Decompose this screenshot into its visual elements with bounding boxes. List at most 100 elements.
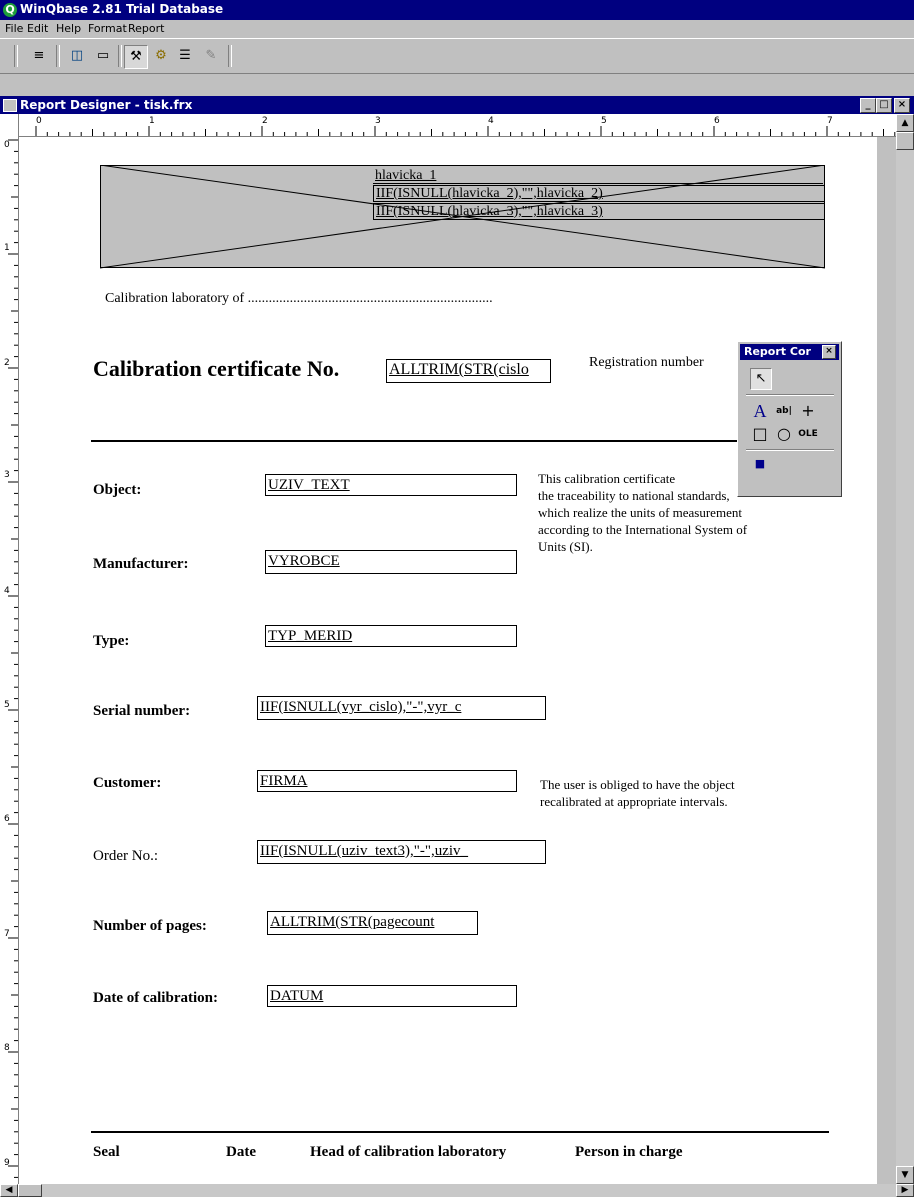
menu-report[interactable]: Report bbox=[128, 22, 164, 35]
ruler-label: 3 bbox=[375, 116, 381, 126]
ruler-label: 0 bbox=[36, 116, 42, 126]
ruler-label: 4 bbox=[4, 586, 10, 596]
type-field[interactable]: TYP_MERID bbox=[265, 625, 517, 647]
ruler-ticks bbox=[8, 139, 18, 1178]
list-icon[interactable]: ≡ bbox=[28, 45, 50, 67]
toolbox-separator bbox=[746, 394, 834, 396]
toolbox-title: Report Cor bbox=[744, 345, 811, 358]
ruler-label: 2 bbox=[262, 116, 268, 126]
ruler-label: 1 bbox=[4, 243, 10, 253]
app-icon: Q bbox=[3, 3, 17, 17]
report-icon bbox=[3, 99, 17, 112]
traceability-note[interactable]: This calibration certificate the traceab… bbox=[538, 470, 747, 555]
ruler-label: 7 bbox=[827, 116, 833, 126]
line-tool-icon[interactable]: + bbox=[798, 401, 818, 421]
header-field-3[interactable]: IIF(ISNULL(hlavicka_3),"",hlavicka_3) bbox=[373, 203, 825, 220]
header-field-2[interactable]: IIF(ISNULL(hlavicka_2),"",hlavicka_2) bbox=[373, 185, 825, 202]
ruler-label: 7 bbox=[4, 929, 10, 939]
menu-edit[interactable]: Edit bbox=[27, 22, 48, 35]
lock-icon[interactable]: ■ bbox=[750, 454, 770, 474]
pages-field[interactable]: ALLTRIM(STR(pagecount bbox=[267, 911, 478, 935]
header-field-1[interactable]: hlavicka_1 bbox=[373, 168, 823, 184]
pages-label: Number of pages: bbox=[93, 918, 207, 934]
app-title-bar: Q WinQbase 2.81 Trial Database bbox=[0, 0, 914, 20]
picture-tool-icon[interactable]: OLE bbox=[798, 424, 818, 444]
ruler-label: 0 bbox=[4, 140, 10, 150]
restore-icon[interactable]: □ bbox=[876, 98, 892, 113]
toolbar-separator bbox=[14, 45, 18, 67]
minimize-icon[interactable]: _ bbox=[860, 98, 876, 113]
vertical-ruler: 0 1 2 3 4 5 6 7 8 9 bbox=[0, 114, 19, 1184]
object-field[interactable]: UZIV_TEXT bbox=[265, 474, 517, 496]
certificate-number-field[interactable]: ALLTRIM(STR(cislo bbox=[386, 359, 551, 383]
note-line: The user is obliged to have the object bbox=[540, 777, 735, 792]
report-page[interactable]: hlavicka_1 IIF(ISNULL(hlavicka_2),"",hla… bbox=[19, 137, 877, 1184]
menu-format[interactable]: Format bbox=[88, 22, 127, 35]
tools-icon[interactable]: ⚒ bbox=[124, 45, 148, 69]
toolbox-title-bar[interactable]: Report Cor × bbox=[740, 344, 839, 360]
scroll-right-icon[interactable]: ▶ bbox=[896, 1184, 914, 1197]
lab-line: Calibration laboratory of ..............… bbox=[105, 291, 493, 306]
eraser-icon[interactable]: ✎ bbox=[200, 45, 222, 67]
customer-field[interactable]: FIRMA bbox=[257, 770, 517, 792]
document-icon[interactable]: ▭ bbox=[92, 45, 114, 67]
gear-icon[interactable]: ⚙ bbox=[150, 45, 172, 67]
horizontal-scrollbar[interactable]: ◀ ▶ bbox=[0, 1184, 914, 1197]
certificate-title: Calibration certificate No. bbox=[93, 356, 340, 381]
rectangle-tool-icon[interactable]: □ bbox=[750, 424, 770, 444]
toolbar-separator bbox=[228, 45, 232, 67]
scroll-up-icon[interactable]: ▲ bbox=[896, 114, 914, 132]
close-icon[interactable]: × bbox=[822, 345, 836, 359]
date-of-calibration-label: Date of calibration: bbox=[93, 990, 218, 1006]
order-number-label: Order No.: bbox=[93, 848, 158, 864]
toolbox-separator bbox=[746, 449, 834, 451]
ruler-label: 4 bbox=[488, 116, 494, 126]
note-line: which realize the units of measurement bbox=[538, 505, 742, 520]
type-label: Type: bbox=[93, 633, 130, 649]
scroll-thumb[interactable] bbox=[18, 1184, 42, 1197]
seal-label: Seal bbox=[93, 1144, 120, 1160]
vertical-scrollbar[interactable]: ▲ ▼ bbox=[896, 114, 914, 1184]
note-line: Units (SI). bbox=[538, 539, 593, 554]
scroll-thumb[interactable] bbox=[896, 132, 914, 150]
customer-label: Customer: bbox=[93, 775, 162, 791]
registration-label: Registration number bbox=[589, 355, 704, 370]
ruler-label: 5 bbox=[4, 700, 10, 710]
ruler-label: 8 bbox=[4, 1043, 10, 1053]
ruler-label: 3 bbox=[4, 470, 10, 480]
date-label: Date bbox=[226, 1144, 256, 1160]
footer-line bbox=[91, 1131, 829, 1133]
menu-file[interactable]: File bbox=[5, 22, 23, 35]
field-tool-icon[interactable]: ab| bbox=[774, 401, 794, 421]
label-tool-icon[interactable]: A bbox=[750, 401, 770, 421]
ruler-label: 9 bbox=[4, 1158, 10, 1168]
serial-number-field[interactable]: IIF(ISNULL(vyr_cislo),"-",vyr_c bbox=[257, 696, 546, 720]
network-icon[interactable]: ◫ bbox=[66, 45, 88, 67]
ruler-label: 5 bbox=[601, 116, 607, 126]
date-field[interactable]: DATUM bbox=[267, 985, 517, 1007]
order-number-field[interactable]: IIF(ISNULL(uziv_text3),"-",uziv_ bbox=[257, 840, 546, 864]
pointer-icon[interactable]: ↖ bbox=[750, 368, 772, 390]
ruler-label: 2 bbox=[4, 358, 10, 368]
align-icon[interactable]: ☰ bbox=[174, 45, 196, 67]
manufacturer-field[interactable]: VYROBCE bbox=[265, 550, 517, 574]
close-icon[interactable]: × bbox=[894, 98, 910, 113]
report-controls-toolbox[interactable]: Report Cor × ↖ A ab| + □ ○ OLE ■ bbox=[737, 341, 842, 497]
report-designer-title-bar: Report Designer - tisk.frx _ □ × bbox=[0, 96, 914, 114]
scroll-left-icon[interactable]: ◀ bbox=[0, 1184, 18, 1197]
ruler-label: 6 bbox=[714, 116, 720, 126]
note-line: recalibrated at appropriate intervals. bbox=[540, 794, 728, 809]
toolbar: ≡ ◫ ▭ ⚒ ⚙ ☰ ✎ bbox=[0, 38, 914, 74]
horizontal-ruler: 0 1 2 3 4 5 6 7 bbox=[18, 114, 896, 137]
rounded-rectangle-tool-icon[interactable]: ○ bbox=[774, 424, 794, 444]
menu-bar: File Edit Help Format Report bbox=[0, 20, 914, 38]
scroll-down-icon[interactable]: ▼ bbox=[896, 1166, 914, 1184]
toolbar-separator bbox=[56, 45, 60, 67]
note-line: This calibration certificate bbox=[538, 471, 676, 486]
ruler-label: 6 bbox=[4, 814, 10, 824]
serial-number-label: Serial number: bbox=[93, 703, 191, 719]
menu-help[interactable]: Help bbox=[56, 22, 81, 35]
recalibration-note[interactable]: The user is obliged to have the object r… bbox=[540, 776, 735, 810]
divider-line bbox=[91, 440, 811, 442]
report-designer-title: Report Designer - tisk.frx bbox=[20, 98, 193, 112]
